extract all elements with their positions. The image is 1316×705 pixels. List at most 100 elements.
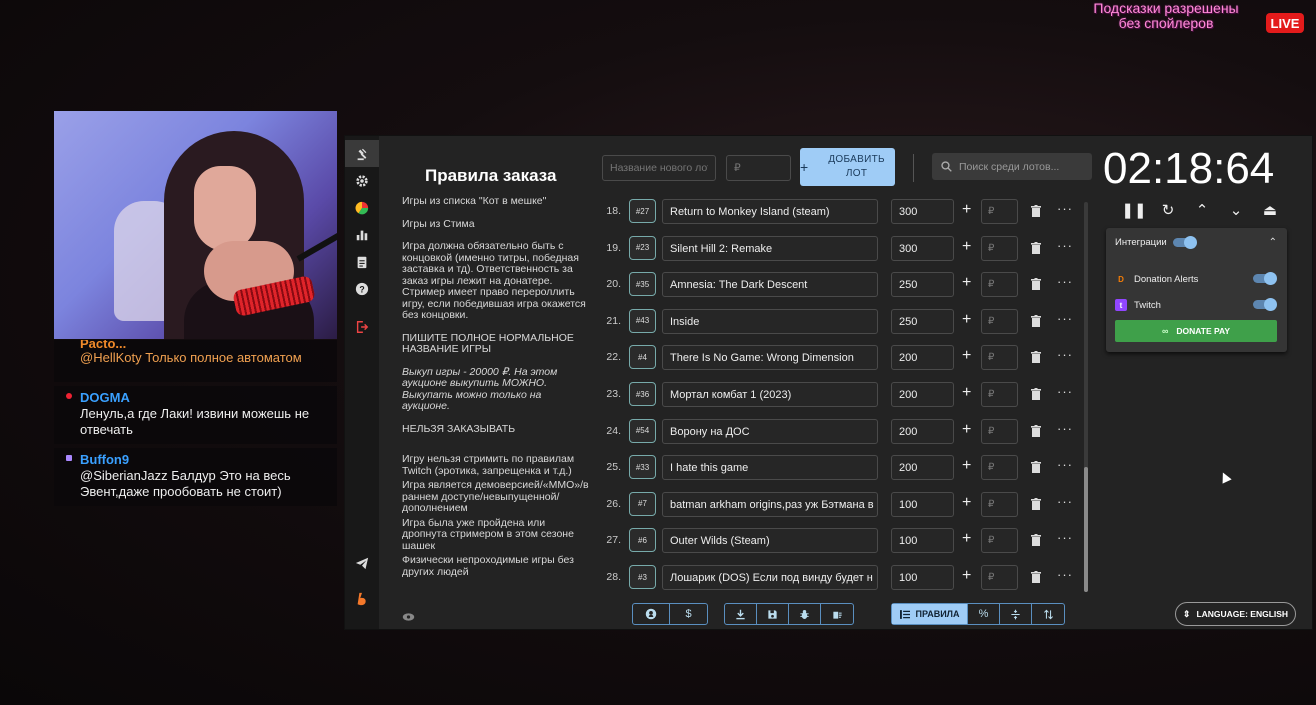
add-amount-input[interactable]: ₽ (981, 565, 1018, 590)
donate-dollar-button[interactable]: $ (670, 604, 707, 624)
add-lot-button[interactable]: + ДОБАВИТЬ ЛОТ (800, 148, 895, 186)
add-amount-input[interactable]: ₽ (981, 528, 1018, 554)
lot-id-badge[interactable]: #6 (629, 528, 656, 553)
lot-amount-field[interactable]: 100 (891, 491, 954, 517)
bug-icon[interactable] (789, 604, 821, 624)
add-amount-plus-icon[interactable]: + (962, 238, 971, 256)
lot-name-field[interactable]: There Is No Game: Wrong Dimension (662, 345, 878, 371)
lot-id-badge[interactable]: #3 (629, 565, 656, 589)
sidebar-help-question-icon[interactable]: ? (345, 275, 379, 302)
trash-icon[interactable] (1031, 424, 1041, 442)
lot-amount-field[interactable]: 300 (891, 199, 954, 224)
lot-name-field[interactable]: Мортал комбат 1 (2023) (662, 382, 878, 407)
pause-icon[interactable]: ❚❚ (1117, 200, 1151, 220)
trash-icon[interactable] (1031, 314, 1041, 332)
trash-icon[interactable] (1031, 533, 1041, 551)
lot-amount-field[interactable]: 200 (891, 418, 954, 444)
lot-name-field[interactable]: Return to Monkey Island (steam) (662, 199, 878, 224)
chevron-down-icon[interactable]: ⌄ (1219, 200, 1253, 220)
lot-amount-field[interactable]: 250 (891, 308, 954, 334)
trash-icon[interactable] (1031, 570, 1041, 588)
sidebar-settings-gear-icon[interactable] (345, 167, 379, 194)
add-amount-input[interactable]: ₽ (981, 235, 1018, 261)
trash-icon[interactable] (1031, 460, 1041, 478)
clear-icon[interactable] (821, 604, 853, 624)
trash-icon[interactable] (1031, 241, 1041, 259)
new-lot-name-input[interactable] (602, 155, 716, 181)
lot-name-field[interactable]: Ворону на ДОС (662, 418, 878, 444)
add-amount-input[interactable]: ₽ (981, 308, 1018, 334)
add-amount-plus-icon[interactable]: + (962, 274, 971, 292)
lot-name-field[interactable]: I hate this game (662, 455, 878, 481)
scrollbar-thumb[interactable] (1084, 467, 1088, 592)
sort-icon[interactable] (1032, 604, 1064, 624)
more-options-icon[interactable]: ··· (1057, 201, 1073, 216)
lot-name-field[interactable]: Лошарик (DOS) Если под винду будет н (662, 565, 878, 590)
lot-id-badge[interactable]: #33 (629, 455, 656, 480)
new-lot-amount-input[interactable] (726, 155, 791, 181)
donation-alerts-toggle[interactable] (1253, 272, 1277, 285)
trash-icon[interactable] (1031, 204, 1041, 222)
add-amount-plus-icon[interactable]: + (962, 457, 971, 475)
double-up-icon[interactable]: ⏏ (1253, 200, 1287, 220)
language-button[interactable]: ⇕ LANGUAGE: ENGLISH (1175, 602, 1296, 626)
download-icon[interactable] (725, 604, 757, 624)
add-amount-input[interactable]: ₽ (981, 272, 1018, 298)
trash-icon[interactable] (1031, 497, 1041, 515)
add-amount-plus-icon[interactable]: + (962, 530, 971, 548)
lot-amount-field[interactable]: 200 (891, 455, 954, 481)
search-input[interactable]: Поиск среди лотов... (932, 153, 1092, 180)
sidebar-logout-icon[interactable] (345, 313, 379, 340)
lot-amount-field[interactable]: 250 (891, 272, 954, 298)
more-options-icon[interactable]: ··· (1057, 274, 1073, 289)
add-amount-input[interactable]: ₽ (981, 491, 1018, 517)
trash-icon[interactable] (1031, 277, 1041, 295)
more-options-icon[interactable]: ··· (1057, 384, 1073, 399)
chevron-up-icon[interactable]: ⌃ (1185, 200, 1219, 220)
github-icon[interactable] (633, 604, 670, 624)
add-amount-input[interactable]: ₽ (981, 345, 1018, 371)
add-amount-input[interactable]: ₽ (981, 199, 1018, 224)
save-icon[interactable] (757, 604, 789, 624)
donate-pay-button[interactable]: ∞ DONATE PAY (1115, 320, 1277, 342)
add-amount-plus-icon[interactable]: + (962, 384, 971, 402)
rules-toggle-button[interactable]: ПРАВИЛА (892, 604, 968, 624)
add-amount-plus-icon[interactable]: + (962, 201, 971, 219)
sidebar-wheel-pie-icon[interactable] (345, 194, 379, 221)
lot-name-field[interactable]: Inside (662, 308, 878, 334)
lot-amount-field[interactable]: 100 (891, 565, 954, 590)
lot-amount-field[interactable]: 100 (891, 528, 954, 554)
sidebar-boosty-icon[interactable] (345, 585, 379, 612)
lot-id-badge[interactable]: #35 (629, 272, 656, 297)
sidebar-stats-chart-icon[interactable] (345, 221, 379, 248)
eye-icon[interactable] (402, 609, 415, 627)
chevron-up-icon[interactable]: ⌃ (1269, 237, 1277, 248)
reset-icon[interactable]: ↻ (1151, 200, 1185, 220)
twitch-toggle[interactable] (1253, 298, 1277, 311)
sidebar-history-clipboard-icon[interactable] (345, 248, 379, 275)
more-options-icon[interactable]: ··· (1057, 494, 1073, 509)
compact-view-icon[interactable] (1000, 604, 1032, 624)
add-amount-plus-icon[interactable]: + (962, 494, 971, 512)
add-amount-plus-icon[interactable]: + (962, 421, 971, 439)
lot-amount-field[interactable]: 200 (891, 382, 954, 407)
lot-id-badge[interactable]: #7 (629, 491, 656, 516)
add-amount-plus-icon[interactable]: + (962, 311, 971, 329)
lot-list-scrollbar[interactable] (1084, 202, 1088, 592)
add-amount-input[interactable]: ₽ (981, 455, 1018, 481)
lot-id-badge[interactable]: #36 (629, 382, 656, 406)
lot-amount-field[interactable]: 300 (891, 235, 954, 261)
more-options-icon[interactable]: ··· (1057, 311, 1073, 326)
lot-id-badge[interactable]: #27 (629, 199, 656, 223)
add-amount-input[interactable]: ₽ (981, 382, 1018, 407)
percent-button[interactable]: % (968, 604, 1000, 624)
trash-icon[interactable] (1031, 350, 1041, 368)
lot-name-field[interactable]: Outer Wilds (Steam) (662, 528, 878, 554)
more-options-icon[interactable]: ··· (1057, 567, 1073, 582)
more-options-icon[interactable]: ··· (1057, 421, 1073, 436)
lot-amount-field[interactable]: 200 (891, 345, 954, 371)
lot-id-badge[interactable]: #23 (629, 235, 656, 260)
lot-id-badge[interactable]: #4 (629, 345, 656, 370)
sidebar-telegram-icon[interactable] (345, 549, 379, 576)
trash-icon[interactable] (1031, 387, 1041, 405)
